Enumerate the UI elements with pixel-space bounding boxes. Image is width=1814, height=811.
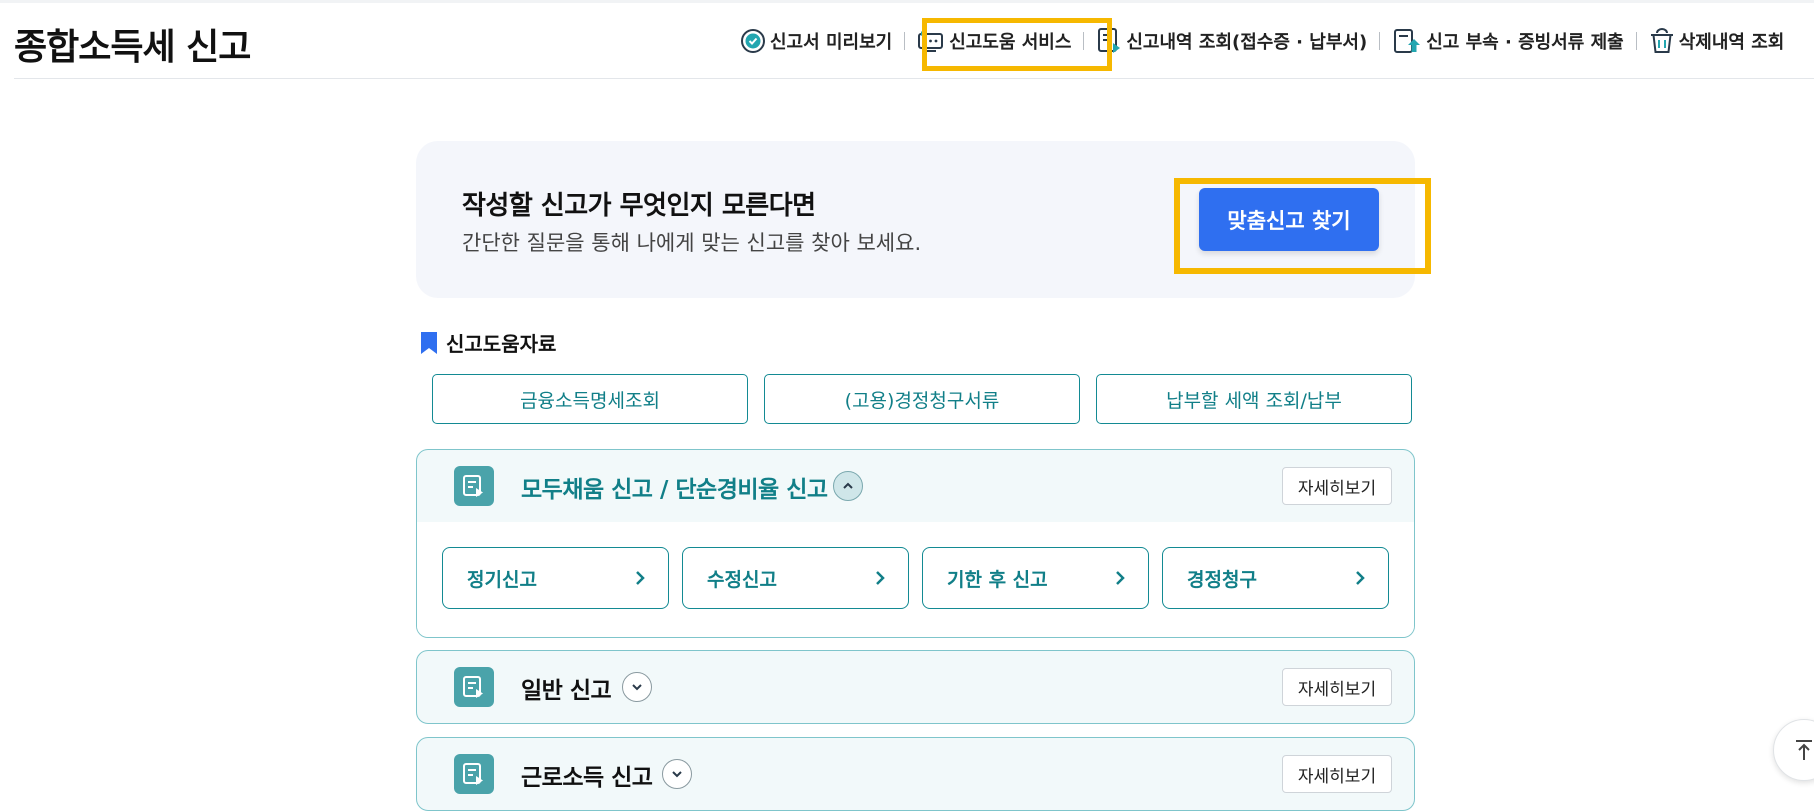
help-materials-title: 신고도움자료 bbox=[446, 332, 557, 356]
view-details-button[interactable]: 자세히보기 bbox=[1282, 668, 1392, 706]
panel-header[interactable]: 일반 신고 자세히보기 bbox=[417, 651, 1414, 723]
tax-payment-lookup-button[interactable]: 납부할 세액 조회/납부 bbox=[1096, 374, 1412, 424]
highlight-box-help-service bbox=[922, 18, 1112, 71]
collapse-toggle[interactable] bbox=[833, 471, 863, 501]
page-title: 종합소득세 신고 bbox=[14, 27, 251, 68]
banner-title: 작성할 신고가 무엇인지 모른다면 bbox=[462, 191, 816, 221]
chevron-right-icon bbox=[1116, 571, 1125, 585]
nav-divider bbox=[1635, 32, 1637, 50]
filing-document-icon bbox=[454, 466, 494, 506]
panel-header[interactable]: 근로소득 신고 자세히보기 bbox=[417, 738, 1414, 810]
help-materials-buttons: 금융소득명세조회 (고용)경정청구서류 납부할 세액 조회/납부 bbox=[432, 374, 1412, 424]
panel-title: 모두채움 신고 / 단순경비율 신고 bbox=[521, 477, 828, 503]
banner-description: 간단한 질문을 통해 나에게 맞는 신고를 찾아 보세요. bbox=[462, 231, 922, 255]
page-header: 종합소득세 신고 신고서 미리보기 신고도움 서비스 신고내역 조회(접수증 ·… bbox=[14, 0, 1814, 79]
chevron-up-icon bbox=[843, 482, 853, 489]
nav-divider bbox=[904, 32, 906, 50]
nav-deleted-history-label: 삭제내역 조회 bbox=[1678, 32, 1785, 53]
nav-filing-history-label: 신고내역 조회(접수증 · 납부서) bbox=[1126, 32, 1368, 53]
nav-deleted-history[interactable]: 삭제내역 조회 bbox=[1649, 27, 1785, 55]
upload-document-icon bbox=[1394, 29, 1421, 53]
late-filing-button[interactable]: 기한 후 신고 bbox=[922, 547, 1149, 609]
check-circle-icon bbox=[741, 29, 765, 53]
help-materials-heading: 신고도움자료 bbox=[420, 328, 556, 357]
filing-type-buttons: 정기신고 수정신고 기한 후 신고 경정청구 bbox=[442, 547, 1389, 609]
chevron-right-icon bbox=[636, 571, 645, 585]
nav-preview-label: 신고서 미리보기 bbox=[770, 32, 893, 53]
refund-claim-label: 경정청구 bbox=[1187, 568, 1257, 591]
panel-title: 일반 신고 bbox=[521, 678, 612, 704]
late-filing-label: 기한 후 신고 bbox=[947, 568, 1048, 591]
amended-filing-button[interactable]: 수정신고 bbox=[682, 547, 909, 609]
nav-preview[interactable]: 신고서 미리보기 bbox=[740, 28, 892, 54]
view-details-button[interactable]: 자세히보기 bbox=[1282, 467, 1392, 505]
arrow-up-icon bbox=[1796, 740, 1812, 760]
regular-filing-label: 정기신고 bbox=[467, 568, 537, 591]
expand-toggle[interactable] bbox=[662, 759, 692, 789]
regular-filing-button[interactable]: 정기신고 bbox=[442, 547, 669, 609]
chevron-right-icon bbox=[1356, 571, 1365, 585]
refund-claim-button[interactable]: 경정청구 bbox=[1162, 547, 1389, 609]
chevron-right-icon bbox=[876, 571, 885, 585]
trash-icon bbox=[1650, 28, 1673, 53]
filing-panel-prefilled: 모두채움 신고 / 단순경비율 신고 자세히보기 정기신고 수정신고 기한 후 … bbox=[416, 449, 1415, 638]
chevron-down-icon bbox=[672, 771, 682, 778]
filing-document-icon bbox=[454, 667, 494, 707]
panel-title: 근로소득 신고 bbox=[521, 765, 653, 791]
nav-divider bbox=[1379, 32, 1381, 50]
amended-filing-label: 수정신고 bbox=[707, 568, 777, 591]
bookmark-icon bbox=[421, 331, 437, 354]
header-nav: 신고서 미리보기 신고도움 서비스 신고내역 조회(접수증 · 납부서) 신고 … bbox=[740, 24, 1784, 58]
nav-attachment-submit[interactable]: 신고 부속 · 증빙서류 제출 bbox=[1392, 27, 1624, 55]
filing-panel-general: 일반 신고 자세히보기 bbox=[416, 650, 1415, 724]
employment-refund-docs-button[interactable]: (고용)경정청구서류 bbox=[764, 374, 1080, 424]
filing-document-icon bbox=[454, 754, 494, 794]
nav-filing-history[interactable]: 신고내역 조회(접수증 · 납부서) bbox=[1096, 27, 1367, 55]
highlight-box-find-button bbox=[1174, 178, 1431, 274]
panel-header[interactable]: 모두채움 신고 / 단순경비율 신고 자세히보기 bbox=[417, 450, 1414, 522]
expand-toggle[interactable] bbox=[622, 672, 652, 702]
financial-income-lookup-button[interactable]: 금융소득명세조회 bbox=[432, 374, 748, 424]
chevron-down-icon bbox=[632, 684, 642, 691]
scroll-to-top-button[interactable] bbox=[1773, 719, 1814, 781]
view-details-button[interactable]: 자세히보기 bbox=[1282, 755, 1392, 793]
filing-panel-earned-income: 근로소득 신고 자세히보기 bbox=[416, 737, 1415, 811]
nav-attachment-submit-label: 신고 부속 · 증빙서류 제출 bbox=[1426, 32, 1624, 53]
panel-body: 정기신고 수정신고 기한 후 신고 경정청구 bbox=[417, 522, 1414, 637]
